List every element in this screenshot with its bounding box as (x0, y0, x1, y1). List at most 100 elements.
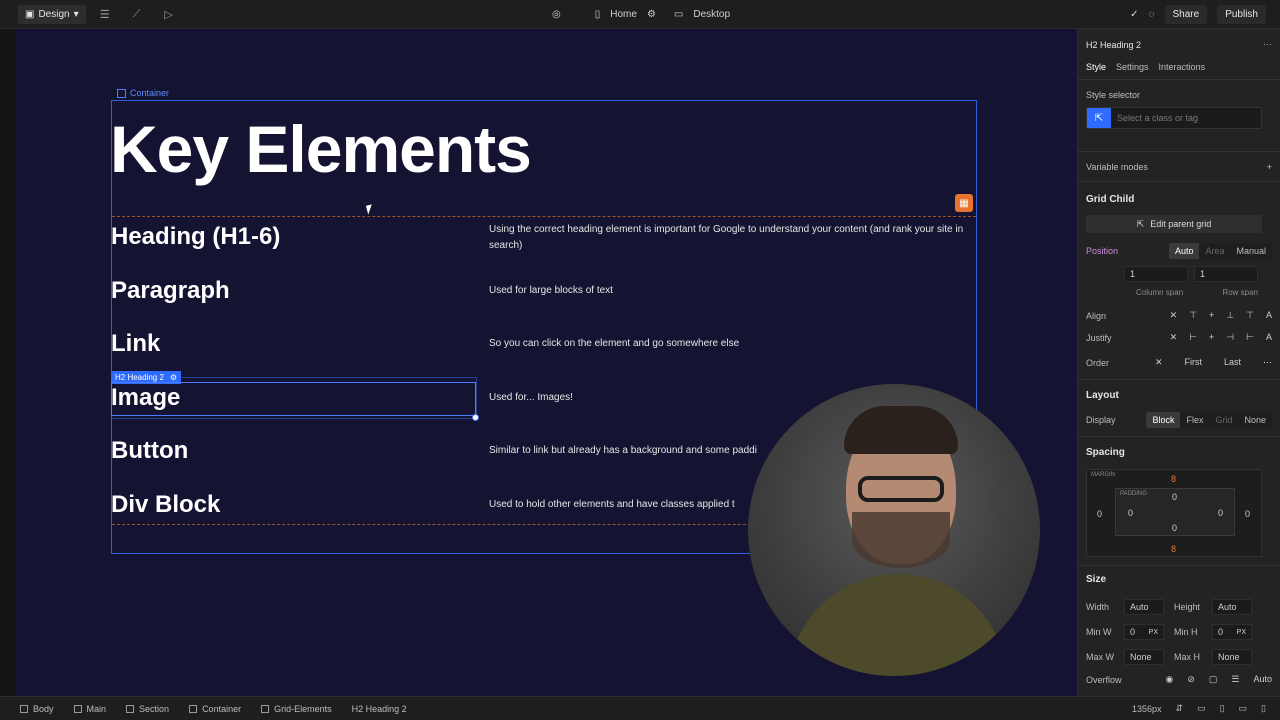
position-auto[interactable]: Auto (1168, 243, 1200, 259)
order-last[interactable]: Last (1224, 357, 1241, 368)
gear-icon[interactable]: ⚙ (647, 9, 656, 20)
publish-button[interactable]: Publish (1217, 5, 1266, 24)
breadcrumb-item[interactable]: Grid-Elements (261, 704, 332, 714)
row-span-input[interactable]: 1 (1194, 266, 1258, 282)
gear-icon[interactable]: ⚙ (170, 373, 177, 382)
height-input[interactable]: Auto (1212, 599, 1252, 615)
container-label: Container (117, 88, 169, 98)
min-size-row: Min W 0 PX Min H 0 PX (1086, 624, 1272, 640)
page-selector[interactable]: Home (610, 9, 637, 20)
plus-icon[interactable]: + (1267, 162, 1272, 172)
grid-settings-icon[interactable]: ▦ (955, 194, 973, 212)
align-stretch-icon[interactable]: ⊤ (1246, 310, 1254, 321)
row-desc-1[interactable]: Using the correct heading element is imp… (489, 222, 969, 254)
desktop-breakpoint-icon[interactable]: ▭ (1197, 703, 1206, 714)
justify-center-icon[interactable]: + (1209, 332, 1214, 343)
edit-parent-grid-button[interactable]: ⇱ Edit parent grid (1086, 215, 1262, 233)
tab-settings[interactable]: Settings (1116, 62, 1149, 72)
display-grid[interactable]: Grid (1209, 412, 1238, 428)
cms-icon[interactable]: ☰ (92, 4, 118, 24)
breadcrumb-item[interactable]: Section (126, 704, 169, 714)
position-manual[interactable]: Manual (1230, 243, 1272, 259)
padding-bottom-value[interactable]: 0 (1172, 523, 1177, 533)
tab-style[interactable]: Style (1086, 62, 1106, 72)
globe-icon[interactable]: ◎ (552, 9, 561, 20)
breadcrumb-item[interactable]: Container (189, 704, 241, 714)
column-span-input[interactable]: 1 (1124, 266, 1188, 282)
row-desc-2[interactable]: Used for large blocks of text (489, 283, 969, 299)
padding-right-value[interactable]: 0 (1218, 508, 1223, 518)
max-width-input[interactable]: None (1124, 649, 1164, 665)
overflow-hidden-icon[interactable]: ⊘ (1187, 674, 1195, 685)
container-icon (117, 88, 126, 98)
margin-bottom-value[interactable]: 8 (1171, 544, 1176, 554)
breadcrumb-item[interactable]: Main (73, 704, 106, 714)
style-selector-input[interactable]: ⇱ Select a class or tag (1086, 107, 1262, 129)
align-bottom-icon[interactable]: ⊥ (1226, 310, 1234, 321)
margin-right-value[interactable]: 0 (1245, 509, 1250, 519)
design-mode-button[interactable]: ▣ Design ▾ (18, 4, 86, 24)
grid-child-heading[interactable]: Grid Child (1086, 194, 1134, 205)
overflow-scroll-icon[interactable]: ▢ (1209, 674, 1218, 685)
size-heading[interactable]: Size (1086, 574, 1106, 585)
overflow-auto[interactable]: Auto (1253, 674, 1272, 685)
comment-icon[interactable]: ◌ (1149, 9, 1155, 20)
row-heading-6[interactable]: Div Block (111, 491, 220, 519)
check-icon[interactable]: ✓ (1130, 9, 1138, 20)
tablet-breakpoint-icon[interactable]: ▯ (1220, 703, 1225, 714)
align-center-icon[interactable]: + (1209, 310, 1214, 321)
share-button[interactable]: Share (1164, 5, 1208, 24)
row-heading-5[interactable]: Button (111, 437, 188, 465)
padding-left-value[interactable]: 0 (1128, 508, 1133, 518)
position-area[interactable]: Area (1199, 243, 1230, 259)
row-heading-2[interactable]: Paragraph (111, 277, 230, 305)
top-toolbar: ▣ Design ▾ ☰ ⟋ ▷ ◎ ▯ Home ⚙ ▭ Desktop ✓ … (0, 0, 1280, 29)
spacing-heading[interactable]: Spacing (1086, 447, 1125, 458)
page-title[interactable]: Key Elements (110, 111, 532, 187)
margin-top-value[interactable]: 8 (1171, 474, 1176, 484)
min-width-input[interactable]: 0 PX (1124, 624, 1164, 640)
section-icon (126, 704, 135, 713)
row-heading-4[interactable]: Image (111, 384, 180, 412)
span-labels: Column span Row span (1136, 288, 1258, 297)
width-input[interactable]: Auto (1124, 599, 1164, 615)
mobile-portrait-icon[interactable]: ▯ (1261, 703, 1266, 714)
align-none-icon[interactable]: ✕ (1170, 310, 1178, 321)
row-heading-3[interactable]: Link (111, 330, 160, 358)
width-adjust-icon[interactable]: ⇵ (1176, 703, 1184, 714)
display-block[interactable]: Block (1146, 412, 1181, 428)
margin-left-value[interactable]: 0 (1097, 509, 1102, 519)
spacing-box: MARGIN 8 8 0 0 PADDING 0 0 0 0 (1086, 469, 1262, 557)
overflow-clip-icon[interactable]: ☰ (1231, 674, 1239, 685)
tab-interactions[interactable]: Interactions (1159, 62, 1206, 72)
preview-play-icon[interactable]: ▷ (156, 4, 182, 24)
order-none-icon[interactable]: ✕ (1155, 357, 1163, 368)
display-row: Display Block Flex Grid None (1086, 412, 1272, 428)
justify-baseline-icon[interactable]: A (1266, 332, 1272, 343)
resize-handle[interactable] (472, 414, 479, 421)
align-top-icon[interactable]: ⊤ (1189, 310, 1197, 321)
justify-stretch-icon[interactable]: ⊢ (1246, 332, 1254, 343)
min-height-input[interactable]: 0 PX (1212, 624, 1252, 640)
row-heading-1[interactable]: Heading (H1-6) (111, 223, 280, 251)
justify-none-icon[interactable]: ✕ (1170, 332, 1178, 343)
display-none[interactable]: None (1238, 412, 1272, 428)
max-height-input[interactable]: None (1212, 649, 1252, 665)
align-baseline-icon[interactable]: A (1266, 310, 1272, 321)
breadcrumb-item[interactable]: H2 Heading 2 (352, 704, 407, 714)
grid-icon: ⇱ (1136, 218, 1145, 229)
breadcrumb-item[interactable]: Body (20, 704, 54, 714)
display-flex[interactable]: Flex (1180, 412, 1209, 428)
mobile-landscape-icon[interactable]: ▭ (1239, 703, 1248, 714)
justify-end-icon[interactable]: ⊣ (1226, 332, 1234, 343)
layout-heading[interactable]: Layout (1086, 390, 1119, 401)
order-first[interactable]: First (1184, 357, 1202, 368)
row-desc-3[interactable]: So you can click on the element and go s… (489, 336, 969, 352)
analytics-icon[interactable]: ⟋ (124, 4, 150, 24)
justify-start-icon[interactable]: ⊢ (1189, 332, 1197, 343)
more-icon[interactable]: ⋯ (1263, 39, 1272, 50)
padding-top-value[interactable]: 0 (1172, 492, 1177, 502)
more-icon[interactable]: ⋯ (1263, 357, 1272, 368)
overflow-visible-icon[interactable]: ◉ (1165, 674, 1173, 685)
breakpoint-selector[interactable]: Desktop (693, 9, 730, 20)
